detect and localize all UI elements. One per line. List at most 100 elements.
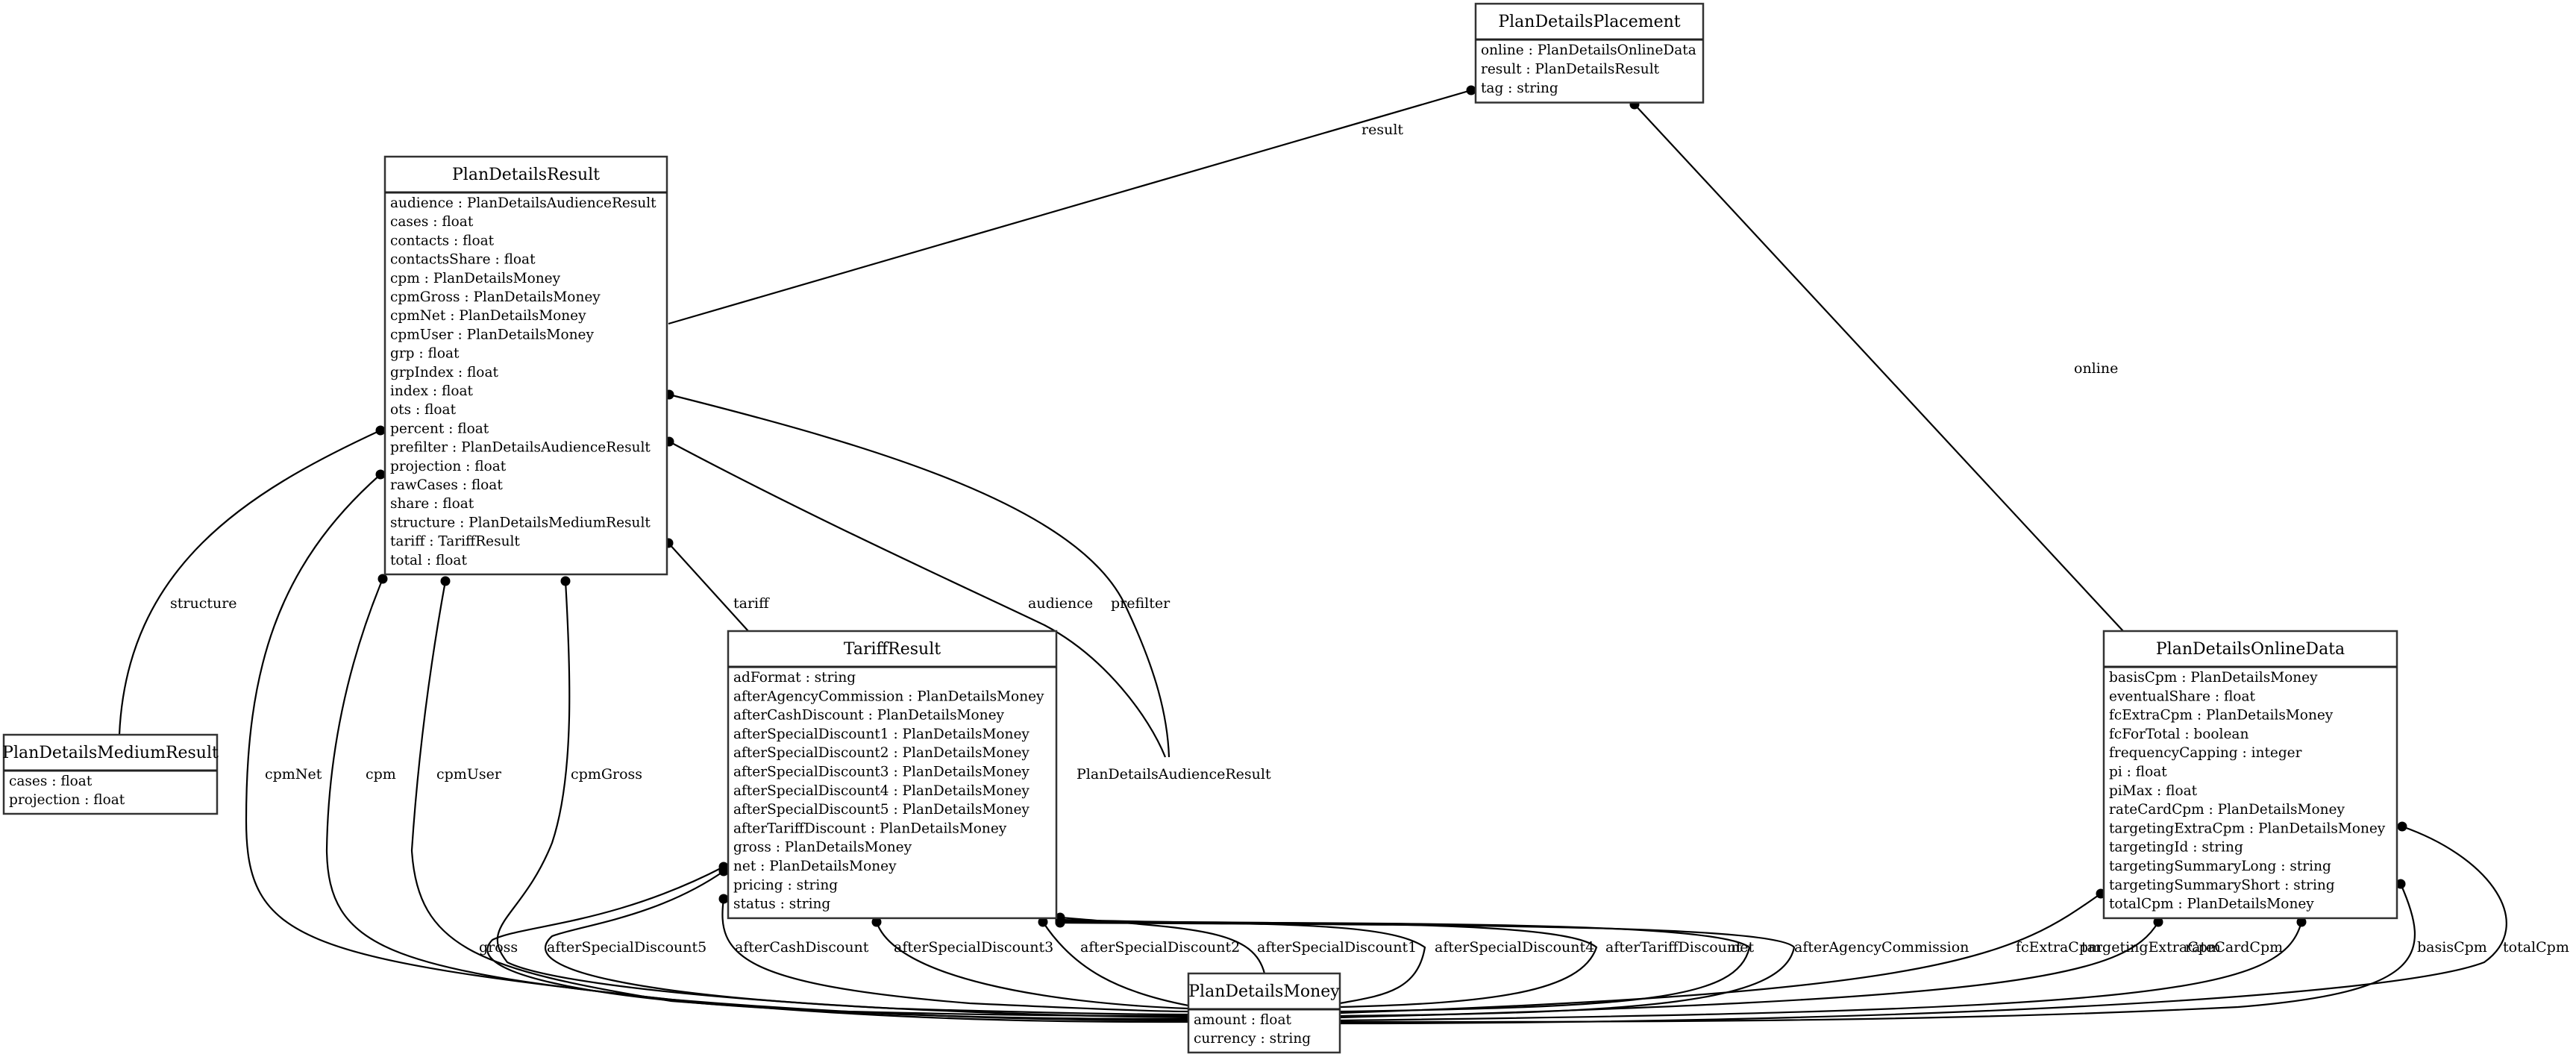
class-field: audience : PlanDetailsAudienceResult [390, 195, 656, 211]
class-field: afterSpecialDiscount4 : PlanDetailsMoney [733, 783, 1030, 799]
edge-label: afterTariffDiscount [1605, 939, 1742, 956]
class-field: cpmGross : PlanDetailsMoney [390, 289, 601, 305]
edge-label: net [1731, 939, 1754, 956]
nodes-layer: PlanDetailsPlacement online : PlanDetails… [2, 2, 2398, 1054]
edge-label: afterSpecialDiscount2 [1080, 939, 1240, 956]
class-field: basisCpm : PlanDetailsMoney [2109, 670, 2318, 686]
edge-label: prefilter [1111, 595, 1171, 612]
class-node-medium[interactable]: PlanDetailsMediumResult cases : float proj… [2, 733, 219, 815]
class-field: afterCashDiscount : PlanDetailsMoney [733, 708, 1005, 724]
class-title: PlanDetailsPlacement [1498, 13, 1680, 31]
class-field: afterTariffDiscount : PlanDetailsMoney [733, 821, 1007, 836]
class-field: targetingExtraCpm : PlanDetailsMoney [2109, 821, 2386, 836]
edge-label: afterSpecialDiscount1 [1257, 939, 1417, 956]
class-field: afterSpecialDiscount5 : PlanDetailsMoney [733, 802, 1030, 818]
composition-dot-icon [718, 866, 729, 876]
edge-label: tariff [733, 595, 770, 612]
edge-online[interactable] [1629, 99, 2124, 632]
class-field: percent : float [390, 421, 489, 436]
class-node-money[interactable]: PlanDetailsMoney amount : float currency :… [1187, 972, 1341, 1054]
class-field: contactsShare : float [390, 252, 536, 268]
composition-dot-icon [1466, 85, 1476, 95]
edge-label: afterSpecialDiscount3 [894, 939, 1053, 956]
edge-line [1339, 921, 2303, 1022]
class-field: projection : float [9, 792, 125, 808]
edge-label: gross [479, 939, 518, 956]
class-field: targetingSummaryShort : string [2109, 877, 2335, 893]
class-title: PlanDetailsMoney [1188, 982, 1340, 1001]
edge-line [668, 542, 749, 632]
edge-label: afterSpecialDiscount5 [547, 939, 706, 956]
edge-label: rateCardCpm [2185, 939, 2283, 956]
edge-label: afterCashDiscount [735, 939, 869, 956]
class-field: eventualShare : float [2109, 689, 2255, 704]
class-field: projection : float [390, 459, 507, 474]
composition-dot-icon [1055, 918, 1065, 928]
class-field: adFormat : string [733, 670, 856, 686]
class-node-result[interactable]: PlanDetailsResult audience : PlanDetailsA… [383, 155, 668, 576]
class-field: net : PlanDetailsMoney [733, 859, 897, 874]
class-field: piMax : float [2109, 783, 2198, 799]
composition-dot-icon [2397, 821, 2407, 832]
edge-label: afterSpecialDiscount4 [1435, 939, 1594, 956]
audience-result-node-label: PlanDetailsAudienceResult [1077, 766, 1271, 782]
edge-structure[interactable] [118, 425, 386, 735]
composition-dot-icon [375, 469, 386, 480]
edge-label: online [2074, 360, 2118, 377]
edge-line [1634, 104, 2124, 632]
edge-line [1042, 921, 1189, 1007]
edge-label: structure [170, 595, 237, 612]
class-field: contacts : float [390, 233, 495, 248]
edge-label: cpmGross [571, 766, 642, 782]
class-title: PlanDetailsMediumResult [2, 744, 219, 762]
edge-line [118, 430, 381, 735]
class-title: PlanDetailsResult [452, 166, 600, 184]
edge-label: cpm [366, 766, 396, 782]
class-field: fcExtraCpm : PlanDetailsMoney [2109, 708, 2334, 724]
class-field: pi : float [2109, 765, 2167, 780]
edge-result[interactable] [668, 85, 1476, 325]
class-field: grpIndex : float [390, 365, 498, 380]
class-field: rawCases : float [390, 477, 503, 493]
class-field: fcForTotal : boolean [2109, 727, 2248, 742]
class-field: online : PlanDetailsOnlineData [1481, 43, 1696, 58]
edge-label: audience [1028, 595, 1093, 612]
class-field: afterAgencyCommission : PlanDetailsMoney [733, 689, 1044, 704]
composition-dot-icon [375, 425, 386, 436]
edge-rateCardCpm[interactable] [1339, 917, 2307, 1022]
class-field: share : float [390, 496, 474, 512]
class-field: cases : float [9, 774, 93, 789]
class-field: targetingId : string [2109, 840, 2243, 856]
class-field: cases : float [390, 214, 474, 230]
edge-line [875, 921, 1189, 1010]
class-field: tariff : TariffResult [390, 534, 520, 550]
class-field: gross : PlanDetailsMoney [733, 840, 912, 856]
class-field: cpmUser : PlanDetailsMoney [390, 327, 594, 342]
class-field: status : string [733, 897, 830, 912]
edge-net[interactable] [1055, 917, 1751, 1013]
edge-label: cpmUser [436, 766, 502, 782]
class-field: amount : float [1194, 1012, 1291, 1028]
class-field: prefilter : PlanDetailsAudienceResult [390, 440, 651, 456]
class-title: PlanDetailsOnlineData [2156, 640, 2345, 659]
class-node-online[interactable]: PlanDetailsOnlineData basisCpm : PlanDeta… [2102, 630, 2398, 920]
class-field: currency : string [1194, 1031, 1311, 1047]
edge-afterSpecialDiscount2[interactable] [1038, 917, 1189, 1007]
class-field: cpm : PlanDetailsMoney [390, 271, 561, 286]
class-field: ots : float [390, 402, 457, 418]
class-node-tariff[interactable]: TariffResult adFormat : string afterAgency… [727, 630, 1058, 920]
edge-afterSpecialDiscount3[interactable] [871, 917, 1189, 1010]
class-field: pricing : string [733, 877, 838, 893]
composition-dot-icon [560, 576, 571, 586]
class-field: tag : string [1481, 81, 1558, 96]
edge-label: result [1361, 122, 1403, 138]
edge-label: afterAgencyCommission [1794, 939, 1969, 956]
composition-dot-icon [718, 894, 729, 904]
class-field: total : float [390, 553, 467, 568]
edge-tariff[interactable] [663, 538, 749, 632]
class-field: frequencyCapping : integer [2109, 745, 2302, 761]
class-field: afterSpecialDiscount2 : PlanDetailsMoney [733, 745, 1030, 761]
class-field: index : float [390, 383, 474, 399]
class-node-placement[interactable]: PlanDetailsPlacement online : PlanDetails… [1474, 2, 1705, 104]
edge-line [668, 89, 1472, 325]
